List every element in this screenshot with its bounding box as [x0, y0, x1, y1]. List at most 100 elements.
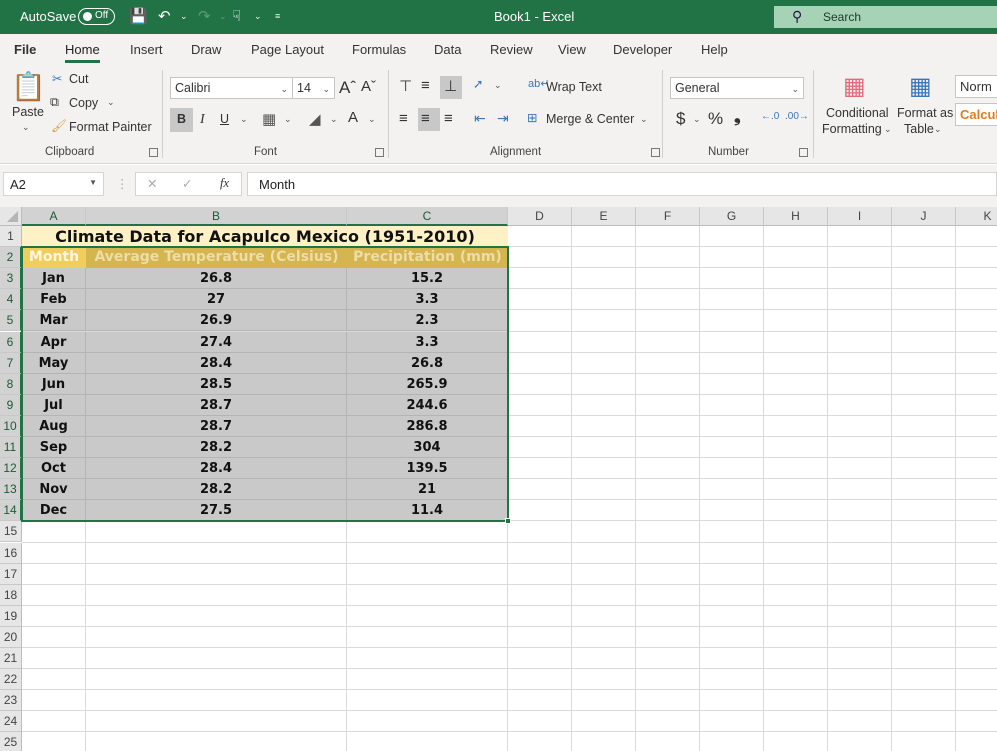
enter-icon[interactable]: ✓ — [182, 176, 192, 191]
data-cell[interactable]: Jul — [22, 394, 86, 416]
align-left-icon[interactable]: ≡ — [399, 110, 408, 127]
insert-function-icon[interactable]: fx — [220, 176, 229, 191]
tab-data[interactable]: Data — [434, 42, 461, 57]
column-header-h[interactable]: H — [764, 207, 828, 226]
save-icon[interactable]: 💾 — [129, 7, 148, 25]
currency-dropdown-icon[interactable]: ⌄ — [693, 114, 701, 125]
header-cell[interactable]: Average Temperature (Celsius) — [86, 247, 347, 269]
font-name-select[interactable]: Calibri ⌄ — [170, 77, 293, 99]
row-header-2[interactable]: 2 — [0, 247, 22, 269]
row-header-17[interactable]: 17 — [0, 563, 22, 585]
row-header-4[interactable]: 4 — [0, 289, 22, 311]
data-cell[interactable]: 286.8 — [347, 415, 508, 437]
data-cell[interactable]: May — [22, 352, 86, 374]
row-header-9[interactable]: 9 — [0, 394, 22, 416]
style-normal[interactable]: Norm — [955, 75, 997, 98]
data-cell[interactable]: 3.3 — [347, 289, 508, 311]
data-cell[interactable]: 28.5 — [86, 373, 347, 395]
touch-mode-icon[interactable]: ☟ — [232, 7, 241, 25]
font-launcher-icon[interactable] — [375, 148, 384, 157]
data-cell[interactable]: 28.7 — [86, 415, 347, 437]
undo-dropdown-icon[interactable]: ⌄ — [180, 11, 188, 22]
data-cell[interactable]: 28.7 — [86, 394, 347, 416]
clipboard-launcher-icon[interactable] — [149, 148, 158, 157]
column-header-d[interactable]: D — [508, 207, 572, 226]
tab-file[interactable]: File — [14, 42, 36, 57]
row-header-6[interactable]: 6 — [0, 331, 22, 353]
data-cell[interactable]: 11.4 — [347, 500, 508, 522]
row-header-15[interactable]: 15 — [0, 521, 22, 543]
data-cell[interactable]: Sep — [22, 437, 86, 459]
row-header-20[interactable]: 20 — [0, 626, 22, 648]
font-color-dropdown-icon[interactable]: ⌄ — [368, 114, 376, 125]
increase-font-size-icon[interactable]: Aˆ — [339, 78, 356, 98]
name-box[interactable]: A2 ▼ — [3, 172, 104, 196]
row-header-8[interactable]: 8 — [0, 373, 22, 395]
tab-page-layout[interactable]: Page Layout — [251, 42, 324, 57]
data-cell[interactable]: 15.2 — [347, 268, 508, 290]
row-header-12[interactable]: 12 — [0, 458, 22, 480]
row-header-25[interactable]: 25 — [0, 732, 22, 751]
alignment-launcher-icon[interactable] — [651, 148, 660, 157]
fill-color-dropdown-icon[interactable]: ⌄ — [330, 114, 338, 125]
tab-view[interactable]: View — [558, 42, 586, 57]
data-cell[interactable]: 28.4 — [86, 458, 347, 480]
borders-dropdown-icon[interactable]: ⌄ — [284, 114, 292, 125]
data-cell[interactable]: Apr — [22, 331, 86, 353]
select-all-button[interactable] — [0, 207, 22, 226]
data-cell[interactable]: 2.3 — [347, 310, 508, 332]
row-header-3[interactable]: 3 — [0, 268, 22, 290]
data-cell[interactable]: 139.5 — [347, 458, 508, 480]
bold-button[interactable]: B — [177, 112, 186, 126]
increase-indent-icon[interactable]: ⇥ — [497, 110, 509, 127]
row-header-10[interactable]: 10 — [0, 415, 22, 437]
row-header-7[interactable]: 7 — [0, 352, 22, 374]
data-cell[interactable]: 265.9 — [347, 373, 508, 395]
data-cell[interactable]: 27.4 — [86, 331, 347, 353]
data-cell[interactable]: Jan — [22, 268, 86, 290]
column-header-g[interactable]: G — [700, 207, 764, 226]
row-header-14[interactable]: 14 — [0, 500, 22, 522]
decrease-indent-icon[interactable]: ⇤ — [474, 110, 486, 127]
drag-handle-icon[interactable]: ⋮ — [116, 176, 129, 191]
header-cell[interactable]: Month — [22, 247, 86, 269]
font-size-select[interactable]: 14 ⌄ — [292, 77, 335, 99]
worksheet-grid[interactable]: A B C D E F G H I J K 1 2 3 4 5 6 7 8 9 10 11 12 13 14 15 16 17 18 19… — [0, 207, 997, 751]
row-header-1[interactable]: 1 — [0, 226, 22, 248]
data-cell[interactable]: 26.9 — [86, 310, 347, 332]
orientation-icon[interactable]: ➚ — [473, 76, 483, 91]
column-header-a[interactable]: A — [22, 207, 86, 226]
tab-draw[interactable]: Draw — [191, 42, 221, 57]
row-header-16[interactable]: 16 — [0, 542, 22, 564]
italic-button[interactable]: I — [200, 112, 205, 128]
data-cell[interactable]: 26.8 — [347, 352, 508, 374]
borders-icon[interactable]: ▦ — [262, 110, 276, 128]
style-calculation[interactable]: Calcul — [955, 103, 997, 126]
touch-mode-dropdown-icon[interactable]: ⌄ — [254, 11, 262, 22]
row-header-21[interactable]: 21 — [0, 648, 22, 670]
data-cell[interactable]: 304 — [347, 437, 508, 459]
tab-help[interactable]: Help — [701, 42, 728, 57]
tab-review[interactable]: Review — [490, 42, 533, 57]
fill-handle[interactable] — [505, 518, 511, 525]
column-header-f[interactable]: F — [636, 207, 700, 226]
row-header-13[interactable]: 13 — [0, 479, 22, 501]
align-right-icon[interactable]: ≡ — [444, 110, 453, 127]
row-header-23[interactable]: 23 — [0, 690, 22, 712]
data-cell[interactable]: 26.8 — [86, 268, 347, 290]
tab-formulas[interactable]: Formulas — [352, 42, 406, 57]
align-center-icon[interactable]: ≡ — [421, 110, 430, 127]
autosave-toggle[interactable]: Off — [78, 8, 115, 25]
column-header-c[interactable]: C — [347, 207, 508, 226]
row-header-11[interactable]: 11 — [0, 437, 22, 459]
data-cell[interactable]: 28.2 — [86, 437, 347, 459]
row-header-5[interactable]: 5 — [0, 310, 22, 332]
customize-toolbar-icon[interactable]: ≡ — [275, 11, 280, 21]
data-cell[interactable]: 244.6 — [347, 394, 508, 416]
tab-home[interactable]: Home — [65, 42, 100, 63]
row-header-24[interactable]: 24 — [0, 711, 22, 733]
search-box[interactable]: ⚲ Search — [774, 6, 997, 28]
data-cell[interactable]: Feb — [22, 289, 86, 311]
tab-insert[interactable]: Insert — [130, 42, 163, 57]
underline-button[interactable]: U — [220, 112, 229, 126]
